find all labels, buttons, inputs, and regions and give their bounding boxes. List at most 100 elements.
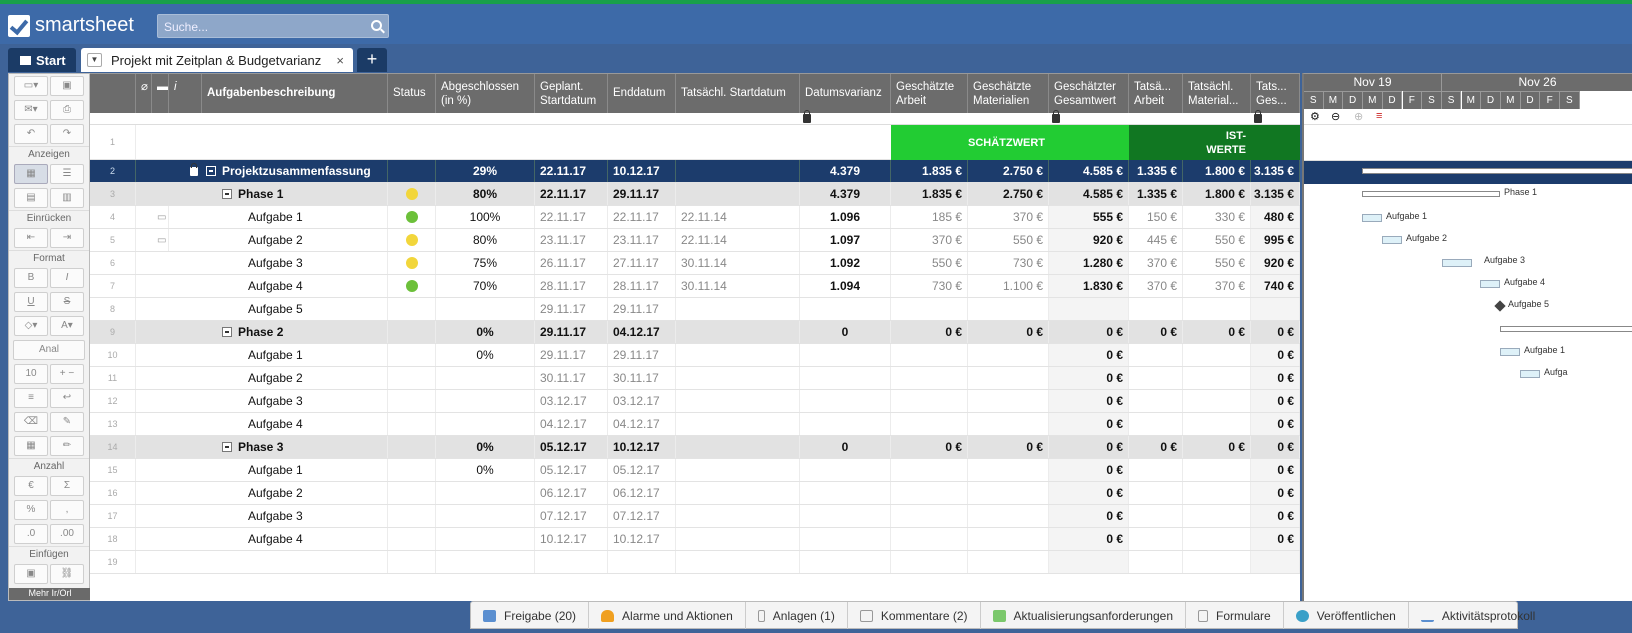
table-row[interactable]: 5 ▭ Aufgabe 2 80% 23.11.17 23.11.17 22.11.14 1.… <box>90 229 1300 252</box>
cell-actlabor[interactable] <box>1129 390 1183 412</box>
cell-estlabor[interactable]: 550 € <box>891 252 968 274</box>
table-row[interactable]: 10 Aufgabe 1 0% 29.11.17 29.11.17 0 € 0 € <box>90 344 1300 367</box>
bold-icon[interactable]: B <box>14 268 48 288</box>
header-attachment-icon[interactable]: ⌀ <box>136 74 152 113</box>
collapse-icon[interactable] <box>222 327 232 337</box>
row-number[interactable]: 7 <box>90 275 136 297</box>
tab-sheet[interactable]: ▼ Projekt mit Zeitplan & Budgetvarianz × <box>81 48 353 72</box>
cell-actstart[interactable] <box>676 183 800 205</box>
cell-actmat[interactable]: 0 € <box>1183 321 1251 343</box>
cell-variance[interactable]: 1.096 <box>800 206 891 228</box>
header-variance[interactable]: Datumsvarianz <box>800 74 891 113</box>
conditional-format-icon[interactable]: ▦ <box>14 436 48 456</box>
cell-task[interactable]: Projektzusammenfassung <box>202 160 388 182</box>
cell-task[interactable]: Phase 1 <box>202 183 388 205</box>
cell-variance[interactable] <box>800 344 891 366</box>
cell-esttotal[interactable]: 0 € <box>1049 459 1129 481</box>
cell-acttotal[interactable] <box>1251 298 1300 320</box>
indent-icon[interactable]: ⇥ <box>50 228 84 248</box>
cell-task[interactable]: Aufgabe 2 <box>202 229 388 251</box>
cell-estlabor[interactable] <box>891 413 968 435</box>
cell-complete[interactable]: 0% <box>436 321 535 343</box>
row-number[interactable]: 17 <box>90 505 136 527</box>
cell-estmat[interactable] <box>968 344 1049 366</box>
table-row[interactable]: 17 Aufgabe 3 07.12.17 07.12.17 0 € 0 € <box>90 505 1300 528</box>
cell-end[interactable]: 27.11.17 <box>608 252 676 274</box>
table-row[interactable]: 13 Aufgabe 4 04.12.17 04.12.17 0 € 0 € <box>90 413 1300 436</box>
insert-image-icon[interactable]: ▣ <box>14 564 48 584</box>
underline-icon[interactable]: U <box>14 292 48 312</box>
cell-esttotal[interactable]: 0 € <box>1049 321 1129 343</box>
cell-estmat[interactable]: 370 € <box>968 206 1049 228</box>
cell-variance[interactable] <box>800 505 891 527</box>
cell-actlabor[interactable] <box>1129 125 1183 159</box>
cell-acttotal[interactable]: 0 € <box>1251 505 1300 527</box>
cell-estlabor[interactable]: 1.835 € <box>891 160 968 182</box>
cell-estmat[interactable] <box>968 367 1049 389</box>
cell-actstart[interactable] <box>676 413 800 435</box>
row-number[interactable]: 11 <box>90 367 136 389</box>
cell-task[interactable]: Aufgabe 1 <box>202 206 388 228</box>
cell-planstart[interactable]: 23.11.17 <box>535 229 608 251</box>
collapse-icon[interactable] <box>222 442 232 452</box>
cell-estlabor[interactable] <box>891 125 968 159</box>
cell-status[interactable] <box>388 344 436 366</box>
row-number[interactable]: 16 <box>90 482 136 504</box>
cell-esttotal[interactable]: 920 € <box>1049 229 1129 251</box>
cell-status[interactable] <box>388 413 436 435</box>
search-input[interactable]: Suche... <box>157 14 389 38</box>
cell-end[interactable]: 29.11.17 <box>608 298 676 320</box>
new-icon[interactable]: ▭▾ <box>14 76 48 96</box>
cell-complete[interactable] <box>436 505 535 527</box>
italic-icon[interactable]: I <box>50 268 84 288</box>
cell-planstart[interactable]: 10.12.17 <box>535 528 608 550</box>
cell-actlabor[interactable]: 370 € <box>1129 275 1183 297</box>
gantt-task-bar[interactable] <box>1442 259 1472 267</box>
table-row[interactable]: 1 SCHÄTZWERT IST- WERTE <box>90 125 1300 160</box>
cell-end[interactable]: 10.12.17 <box>608 436 676 458</box>
cell-acttotal[interactable]: 0 € <box>1251 528 1300 550</box>
text-color-icon[interactable]: A▾ <box>50 316 84 336</box>
cell-esttotal[interactable]: 0 € <box>1049 413 1129 435</box>
cell-acttotal[interactable]: 3.135 € <box>1251 160 1300 182</box>
cell-esttotal[interactable]: 4.585 € <box>1049 183 1129 205</box>
cell-actmat[interactable]: 550 € <box>1183 252 1251 274</box>
cell-actstart[interactable] <box>676 298 800 320</box>
header-acttotal[interactable]: Tats... Ges... <box>1251 74 1300 113</box>
cell-complete[interactable]: 0% <box>436 344 535 366</box>
gantt-task-bar[interactable] <box>1362 214 1382 222</box>
cell-actmat[interactable] <box>1183 390 1251 412</box>
cell-status[interactable] <box>388 160 436 182</box>
cell-actmat[interactable] <box>1183 367 1251 389</box>
cell-status[interactable] <box>388 505 436 527</box>
table-row[interactable]: 18 Aufgabe 4 10.12.17 10.12.17 0 € 0 € <box>90 528 1300 551</box>
cell-actstart[interactable]: 22.11.14 <box>676 206 800 228</box>
header-actmat[interactable]: Tatsächl. Material... <box>1183 74 1251 113</box>
cell-end[interactable]: 03.12.17 <box>608 390 676 412</box>
mail-icon[interactable]: ✉▾ <box>14 100 48 120</box>
cell-estlabor[interactable]: 0 € <box>891 436 968 458</box>
cell-variance[interactable] <box>800 298 891 320</box>
cell-acttotal[interactable]: 0 € <box>1251 390 1300 412</box>
cell-estlabor[interactable] <box>891 344 968 366</box>
cell-planstart[interactable] <box>535 125 608 159</box>
cell-actmat[interactable] <box>1183 125 1251 159</box>
row-number[interactable]: 19 <box>90 551 136 573</box>
cell-status[interactable] <box>388 125 436 159</box>
collapse-icon[interactable] <box>222 189 232 199</box>
cell-variance[interactable]: 1.092 <box>800 252 891 274</box>
row-number[interactable]: 4 <box>90 206 136 228</box>
cell-planstart[interactable]: 29.11.17 <box>535 321 608 343</box>
cell-status[interactable] <box>388 367 436 389</box>
header-estmat[interactable]: Geschätzte Materialien <box>968 74 1049 113</box>
gantt-task-bar[interactable] <box>1520 370 1540 378</box>
cell-esttotal[interactable]: 0 € <box>1049 344 1129 366</box>
cell-actstart[interactable] <box>676 344 800 366</box>
table-row[interactable]: 7 Aufgabe 4 70% 28.11.17 28.11.17 30.11.14 1.0… <box>90 275 1300 298</box>
cell-status[interactable] <box>388 482 436 504</box>
cell-estlabor[interactable] <box>891 459 968 481</box>
gantt-view-icon[interactable]: ☰ <box>50 164 84 184</box>
cell-acttotal[interactable]: 920 € <box>1251 252 1300 274</box>
comment-icon[interactable]: ▭ <box>152 206 169 228</box>
cell-planstart[interactable]: 03.12.17 <box>535 390 608 412</box>
